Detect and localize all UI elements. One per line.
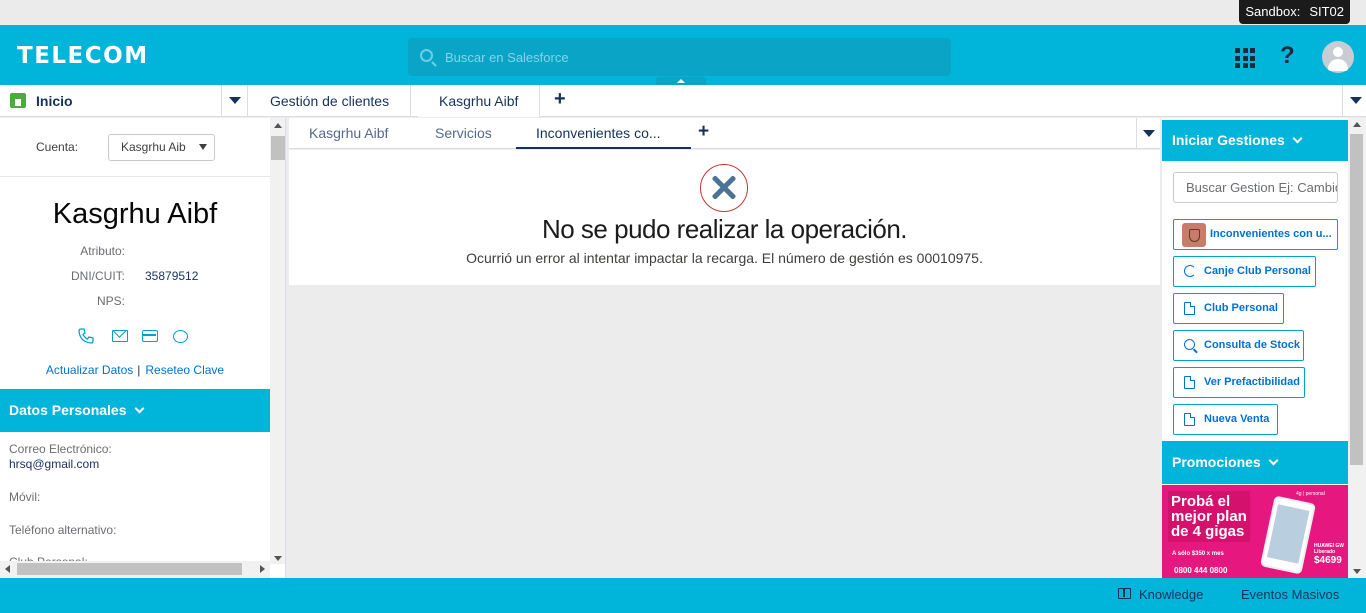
apps-grid-icon[interactable] (1235, 48, 1255, 68)
chevron-down-icon (229, 97, 241, 104)
chevron-down-icon (134, 403, 144, 414)
left-vertical-scrollbar[interactable] (270, 118, 285, 564)
account-links: Actualizar Datos | Reseteo Clave (0, 363, 270, 377)
correo-label: Correo Electrónico: (9, 442, 112, 456)
collapse-handle[interactable] (656, 77, 706, 85)
subtab-bar: Kasgrhu Aibf Servicios Inconvenientes co… (289, 118, 1160, 149)
promo-subtext: A sólo $350 x mes (1172, 551, 1224, 557)
promo-price-value: $4699 (1314, 555, 1342, 566)
email-icon[interactable] (112, 330, 128, 342)
help-icon[interactable]: ? (1280, 42, 1295, 70)
link-separator: | (137, 363, 141, 377)
right-vertical-scrollbar[interactable] (1348, 118, 1366, 578)
tab-overflow-dropdown[interactable] (1342, 85, 1366, 117)
card-icon[interactable] (142, 330, 158, 342)
inconvenientes-button[interactable]: Inconvenientes con u... (1173, 219, 1338, 250)
field-label-dni: DNI/CUIT: (71, 269, 125, 283)
datos-personales-title: Datos Personales (9, 402, 127, 418)
search-icon (1184, 339, 1195, 350)
nav-home[interactable]: Inicio (0, 85, 222, 117)
promo-brand: 4g | personal (1296, 491, 1325, 497)
promo-headline: Probá el mejor plan de 4 gigas (1168, 491, 1250, 542)
nueva-venta-button[interactable]: Nueva Venta (1173, 404, 1278, 435)
chevron-down-icon (1350, 97, 1362, 104)
tab-gestion-clientes[interactable]: Gestión de clientes (249, 85, 412, 117)
gestion-search-input[interactable] (1173, 172, 1338, 203)
error-panel: No se pudo realizar la operación. Ocurri… (289, 150, 1160, 285)
gestiones-panel: Iniciar Gestiones Inconvenientes con u..… (1162, 118, 1366, 578)
error-message: Ocurrió un error al intentar impactar la… (466, 250, 983, 266)
iniciar-gestiones-title: Iniciar Gestiones (1172, 132, 1285, 148)
actualizar-datos-link[interactable]: Actualizar Datos (46, 363, 133, 377)
account-panel: Cuenta: Kasgrhu Aib Kasgrhu Aibf Atribut… (0, 118, 286, 578)
datos-personales-header[interactable]: Datos Personales (0, 389, 270, 432)
account-name: Kasgrhu Aibf (52, 198, 218, 230)
promociones-title: Promociones (1172, 454, 1261, 470)
main-content: Kasgrhu Aibf Servicios Inconvenientes co… (289, 118, 1160, 578)
tab-kasgrhu-aibf[interactable]: Kasgrhu Aibf (418, 85, 541, 117)
shield-icon (1182, 223, 1206, 247)
global-search-input[interactable] (445, 38, 935, 76)
telefono-alt-label: Teléfono alternativo: (9, 523, 117, 537)
reseteo-clave-link[interactable]: Reseteo Clave (145, 363, 224, 377)
knowledge-utility[interactable]: Knowledge (1139, 587, 1203, 602)
canje-club-personal-button[interactable]: Canje Club Personal (1173, 256, 1316, 287)
document-icon (1184, 376, 1195, 389)
field-label-nps: NPS: (96, 294, 125, 308)
sandbox-name: SIT02 (1309, 4, 1344, 19)
promo-phone: 0800 444 0800 (1174, 566, 1228, 575)
phone-image (1259, 495, 1317, 575)
chevron-down-icon (1292, 133, 1303, 144)
dropdown-arrow-icon (199, 144, 207, 150)
club-personal-button[interactable]: Club Personal (1173, 293, 1284, 324)
top-strip (0, 0, 1366, 25)
avatar-icon[interactable] (1322, 41, 1354, 73)
sandbox-badge: Sandbox: SIT02 (1239, 0, 1350, 24)
subtab-servicios[interactable]: Servicios (435, 118, 492, 149)
chat-icon[interactable] (173, 330, 188, 343)
nav-home-label: Inicio (36, 93, 73, 109)
contact-icons (78, 328, 198, 346)
add-subtab-icon[interactable]: + (698, 122, 709, 141)
left-horizontal-scrollbar[interactable] (0, 561, 270, 578)
consulta-stock-button[interactable]: Consulta de Stock (1173, 330, 1304, 361)
book-icon (1118, 588, 1131, 599)
divider (0, 176, 270, 177)
ver-prefactibilidad-button[interactable]: Ver Prefactibilidad (1173, 367, 1305, 398)
home-icon (10, 93, 26, 108)
document-icon (1184, 413, 1195, 426)
cuenta-select[interactable]: Kasgrhu Aib (108, 134, 215, 161)
global-header: TELECOM (0, 25, 1366, 85)
global-search[interactable] (408, 38, 951, 76)
movil-label: Móvil: (9, 490, 41, 504)
promociones-header[interactable]: Promociones (1162, 441, 1348, 484)
promo-banner[interactable]: Probá el mejor plan de 4 gigas A sólo $3… (1162, 485, 1348, 578)
iniciar-gestiones-header[interactable]: Iniciar Gestiones (1162, 120, 1348, 161)
subtab-overflow-dropdown[interactable] (1136, 118, 1160, 149)
chevron-down-icon (1143, 130, 1155, 137)
add-tab-icon[interactable]: + (554, 89, 566, 109)
phone-icon[interactable] (78, 328, 94, 344)
document-icon (1184, 302, 1195, 315)
cuenta-label: Cuenta: (36, 140, 79, 154)
error-title: No se pudo realizar la operación. (541, 214, 908, 244)
eventos-masivos-utility[interactable]: Eventos Masivos (1241, 587, 1339, 602)
cuenta-select-value: Kasgrhu Aib (121, 140, 186, 154)
search-icon (420, 49, 433, 62)
chevron-down-icon (1268, 455, 1279, 466)
error-close-icon (700, 164, 748, 212)
sandbox-label: Sandbox: (1245, 4, 1301, 19)
telecom-logo[interactable]: TELECOM (17, 43, 149, 69)
nav-menu-dropdown[interactable] (222, 85, 248, 117)
subtab-kasgrhu-aibf[interactable]: Kasgrhu Aibf (309, 118, 388, 149)
refresh-icon (1184, 265, 1196, 277)
utility-bar: Knowledge Eventos Masivos (0, 578, 1366, 613)
workspace-tab-bar: Inicio Gestión de clientes Kasgrhu Aibf … (0, 85, 1366, 117)
promo-price: HUAWEI GW Liberado $4699 (1314, 543, 1344, 566)
correo-value: hrsq@gmail.com (9, 457, 100, 471)
field-value-dni: 35879512 (145, 269, 199, 283)
subtab-inconvenientes[interactable]: Inconvenientes co... (516, 118, 691, 149)
field-label-atributo: Atributo: (80, 244, 125, 258)
